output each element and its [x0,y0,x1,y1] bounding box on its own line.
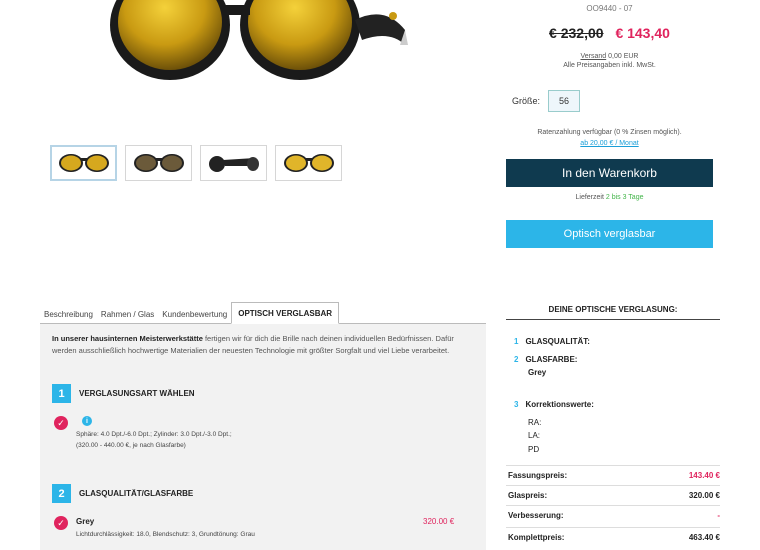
tax-note: Alle Preisangaben inkl. MwSt. [563,62,656,69]
summary-item-label: GLASFARBE: [525,355,578,364]
price-block: € 232,00 € 143,40 [506,25,713,41]
step1-desc-line2: (320.00 - 440.00 €, je nach Glasfarbe) [76,442,186,449]
summary-pd: PD [528,445,540,454]
lens-color-desc: Lichtdurchlässigkeit: 18.0, Blendschutz:… [76,531,255,538]
summary-la: LA: [528,431,541,440]
add-to-cart-button[interactable]: In den Warenkorb [506,159,713,187]
price-line-value: 463.40 € [688,533,720,542]
thumbnail-front-gold-2[interactable] [275,145,342,181]
price-line-value: 143.40 € [688,471,720,480]
summary-item: 1 GLASQUALITÄT: [514,337,590,346]
step-2-header: 2 GLASQUALITÄT/GLASFARBE [52,484,193,503]
step-number: 2 [52,484,71,503]
summary-ra: RA: [528,418,542,427]
shipping-info: Versand 0,00 EUR [506,53,713,60]
tab-description[interactable]: Beschreibung [40,310,97,323]
financing-info: Ratenzahlung verfügbar (0 % Zinsen mögli… [506,127,713,149]
price-line-value: 320.00 € [688,491,720,500]
shipping-value: 0,00 EUR [608,53,639,60]
new-price: € 143,40 [615,25,670,41]
thumbnail-side[interactable] [200,145,267,181]
thumbnail-front-dark[interactable] [125,145,192,181]
check-icon[interactable]: ✓ [54,516,68,530]
step-1-header: 1 VERGLASUNGSART WÄHLEN [52,384,195,403]
summary-item-label: Korrektionswerte: [525,400,594,409]
price-line-total: Komplettpreis: 463.40 € [506,527,720,547]
summary-item-number: 2 [514,355,519,364]
summary-item-number: 1 [514,337,519,346]
model-number: OO9440 - 07 [586,4,633,13]
summary-title: DEINE OPTISCHE VERGLASUNG: [506,305,720,320]
optical-glazing-button[interactable]: Optisch verglasbar [506,220,713,248]
price-line-label: Verbesserung: [508,511,564,520]
finance-link[interactable]: ab 20,00 € / Monat [580,140,638,147]
product-image [100,0,430,95]
size-option[interactable]: 56 [548,90,581,112]
finance-text: Ratenzahlung verfügbar (0 % Zinsen mögli… [537,129,682,136]
price-line-label: Komplettpreis: [508,533,565,542]
price-line-frame: Fassungspreis: 143.40 € [506,465,720,485]
intro-bold: In unserer hausinternen Meisterwerkstätt… [52,334,203,343]
thumbnail-front-gold[interactable] [50,145,117,181]
summary-item: 2 GLASFARBE: [514,355,577,364]
tab-bar: Beschreibung Rahmen / Glas Kundenbewertu… [40,300,486,324]
intro-text: In unserer hausinternen Meisterwerkstätt… [52,333,462,357]
glazing-summary: DEINE OPTISCHE VERGLASUNG: 1 GLASQUALITÄ… [506,305,720,542]
step-number: 1 [52,384,71,403]
tab-reviews[interactable]: Kundenbewertung [158,310,231,323]
shipping-link[interactable]: Versand [581,53,607,60]
glazing-panel: In unserer hausinternen Meisterwerkstätt… [40,324,486,550]
tab-optical-glazing[interactable]: OPTISCH VERGLASBAR [231,302,340,324]
step-title: GLASQUALITÄT/GLASFARBE [79,489,194,498]
price-line-label: Fassungspreis: [508,471,568,480]
thumbnail-strip [50,145,342,181]
delivery-time: Lieferzeit 2 bis 3 Tage [506,194,713,201]
size-selector: Größe: 56 [512,90,581,112]
summary-item-label: GLASQUALITÄT: [525,337,590,346]
summary-item-number: 3 [514,400,519,409]
price-line-improvement: Verbesserung: - [506,505,720,525]
price-line-value: - [717,511,720,520]
summary-glass-color: Grey [528,368,547,377]
old-price: € 232,00 [549,25,604,41]
price-line-label: Glaspreis: [508,491,548,500]
lens-color-price: 320.00 € [423,517,455,526]
product-info: OO9440 - 07 € 232,00 € 143,40 Versand 0,… [506,0,713,69]
info-icon[interactable]: i [82,416,92,426]
summary-item: 3 Korrektionswerte: [514,400,594,409]
step-title: VERGLASUNGSART WÄHLEN [79,389,195,398]
step1-desc-line1: Sphäre: 4.0 Dpt./-6.0 Dpt.; Zylinder: 3.… [76,431,232,438]
delivery-prefix: Lieferzeit [575,194,604,201]
tab-frame-glass[interactable]: Rahmen / Glas [97,310,158,323]
lens-color-name: Grey [76,517,95,526]
size-label: Größe: [512,96,541,106]
price-line-glass: Glaspreis: 320.00 € [506,485,720,505]
check-icon[interactable]: ✓ [54,416,68,430]
delivery-value: 2 bis 3 Tage [605,194,644,201]
